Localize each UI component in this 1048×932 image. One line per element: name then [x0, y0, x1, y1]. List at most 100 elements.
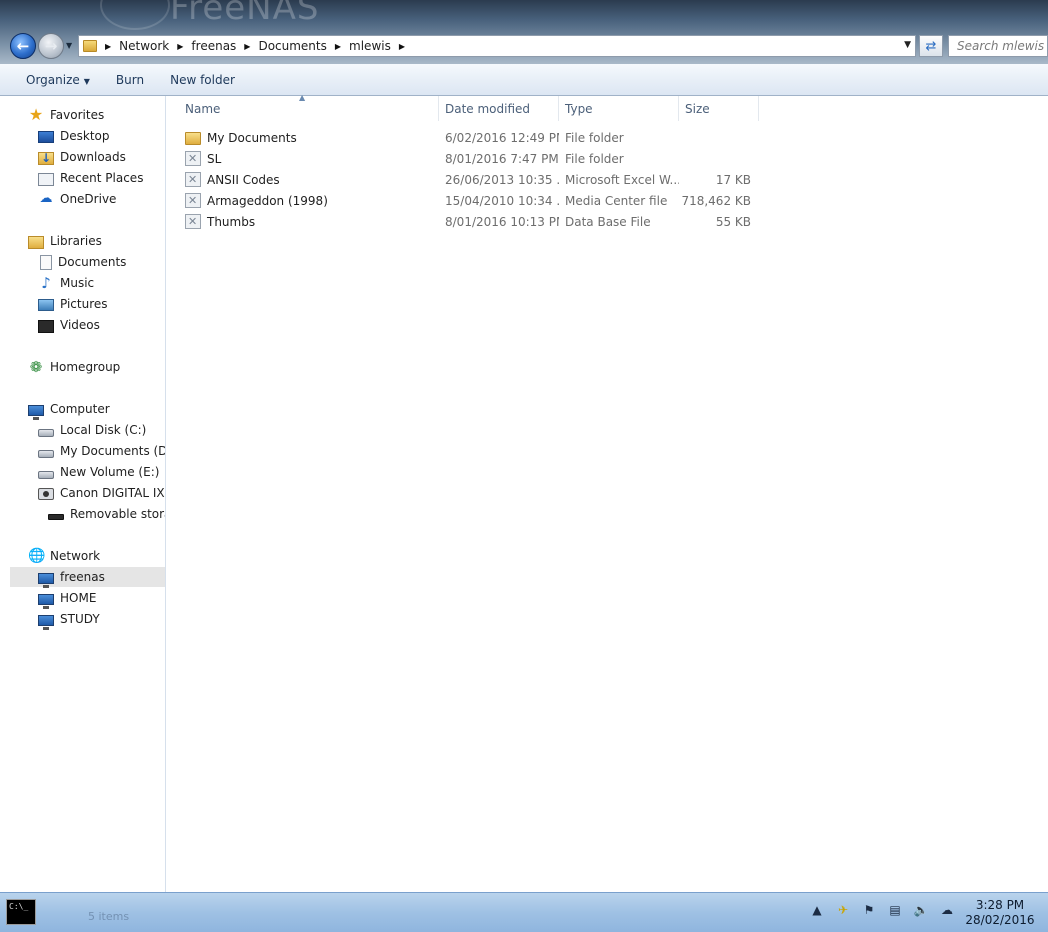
status-item-count: 5 items	[88, 910, 130, 923]
new-folder-button[interactable]: New folder	[170, 73, 235, 87]
chevron-right-icon[interactable]: ▶	[399, 42, 405, 51]
column-header-type[interactable]: Type	[559, 96, 679, 121]
title-bar: FreeNAS ← → ▼ ▶ Network ▶ freenas ▶ Docu…	[0, 0, 1048, 64]
organize-button[interactable]: Organize ▼	[26, 73, 90, 87]
refresh-button[interactable]: ⇄	[919, 35, 943, 57]
file-date: 8/01/2016 10:13 PM	[445, 214, 559, 229]
libraries-icon	[28, 235, 44, 249]
nav-my-documents-label: My Documents (D:)	[60, 444, 166, 458]
forward-button[interactable]: →	[38, 33, 64, 59]
chevron-up-icon[interactable]: ▲	[808, 901, 826, 919]
search-input[interactable]	[957, 39, 1047, 53]
nav-local-disk[interactable]: Local Disk (C:)	[38, 420, 146, 440]
breadcrumb-network[interactable]: Network	[119, 39, 169, 53]
nav-videos[interactable]: Videos	[38, 315, 100, 335]
nav-study-label: STUDY	[60, 612, 100, 626]
file-date: 26/06/2013 10:35 ...	[445, 172, 559, 187]
cloud-icon[interactable]: ☁	[938, 901, 956, 919]
recent-pages-dropdown[interactable]: ▼	[66, 41, 72, 50]
nav-desktop-label: Desktop	[60, 129, 110, 143]
airplane-icon[interactable]: ✈	[834, 901, 852, 919]
organize-label: Organize	[26, 72, 80, 87]
file-type: Microsoft Excel W...	[565, 172, 679, 187]
file-row[interactable]: My Documents 6/02/2016 12:49 PM File fol…	[179, 127, 759, 148]
computer-icon	[38, 572, 54, 588]
clock[interactable]: 3:28 PM 28/02/2016	[960, 898, 1040, 928]
address-bar[interactable]: ▶ Network ▶ freenas ▶ Documents ▶ mlewis…	[78, 35, 916, 57]
nav-recent-places[interactable]: Recent Places	[38, 168, 143, 188]
chevron-right-icon[interactable]: ▶	[244, 42, 250, 51]
nav-freenas-label: freenas	[60, 570, 105, 584]
file-row[interactable]: Armageddon (1998) 15/04/2010 10:34 ... M…	[179, 190, 759, 211]
chevron-right-icon[interactable]: ▶	[177, 42, 183, 51]
breadcrumb-mlewis[interactable]: mlewis	[349, 39, 391, 53]
computer-icon	[28, 404, 44, 420]
back-button[interactable]: ←	[10, 33, 36, 59]
column-date-label: Date modified	[445, 101, 531, 116]
column-header-size[interactable]: Size	[679, 96, 759, 121]
file-size: 718,462 KB	[681, 193, 751, 208]
nav-new-volume-label: New Volume (E:)	[60, 465, 160, 479]
nav-study[interactable]: STUDY	[38, 609, 100, 630]
column-size-label: Size	[685, 101, 710, 116]
system-tray: ▲ ✈ ⚑ ▤ 🔈 ☁	[808, 901, 964, 919]
recent-places-icon	[38, 172, 54, 186]
nav-removable-storage[interactable]: Removable storag	[48, 504, 165, 524]
file-row[interactable]: SL 8/01/2016 7:47 PM File folder	[179, 148, 759, 169]
file-row[interactable]: ANSII Codes 26/06/2013 10:35 ... Microso…	[179, 169, 759, 190]
nav-libraries[interactable]: Libraries	[28, 231, 102, 251]
file-date: 15/04/2010 10:34 ...	[445, 193, 559, 208]
arrow-right-icon: →	[44, 36, 58, 55]
nav-computer[interactable]: Computer	[28, 399, 110, 420]
nav-pictures-label: Pictures	[60, 297, 108, 311]
nav-computer-label: Computer	[50, 402, 110, 416]
computer-icon	[38, 614, 54, 630]
nav-music[interactable]: ♪ Music	[38, 273, 94, 293]
nav-onedrive[interactable]: ☁ OneDrive	[38, 189, 117, 209]
navigation-pane[interactable]: ★ Favorites Desktop Downloads Recent Plac…	[0, 96, 166, 892]
file-size	[679, 148, 759, 169]
nav-pictures[interactable]: Pictures	[38, 294, 108, 314]
offline-icon	[185, 151, 201, 166]
chevron-right-icon[interactable]: ▶	[105, 42, 111, 51]
file-row[interactable]: Thumbs 8/01/2016 10:13 PM Data Base File…	[179, 211, 759, 232]
search-box[interactable]	[948, 35, 1048, 57]
videos-icon	[38, 319, 54, 333]
offline-icon	[185, 193, 201, 208]
arrow-left-icon: ←	[16, 36, 30, 55]
nav-network[interactable]: 🌐 Network	[28, 546, 100, 566]
burn-button[interactable]: Burn	[116, 73, 144, 87]
column-header-name[interactable]: Name ▲	[179, 93, 439, 121]
downloads-icon	[38, 151, 54, 165]
nav-my-documents-drive[interactable]: My Documents (D:)	[38, 441, 166, 461]
file-list-pane[interactable]: Name ▲ Date modified Type Size My Documen…	[167, 93, 1048, 892]
nav-favorites[interactable]: ★ Favorites	[28, 105, 104, 125]
nav-freenas[interactable]: freenas	[10, 567, 165, 588]
nav-homegroup[interactable]: ❁ Homegroup	[28, 357, 121, 377]
offline-icon	[185, 214, 201, 229]
file-name: Armageddon (1998)	[207, 193, 328, 208]
breadcrumb-freenas[interactable]: freenas	[191, 39, 236, 53]
column-headers: Name ▲ Date modified Type Size	[179, 93, 759, 121]
breadcrumb-documents[interactable]: Documents	[258, 39, 326, 53]
wallpaper-text: FreeNAS	[170, 0, 320, 28]
nav-home[interactable]: HOME	[38, 588, 96, 609]
file-name: ANSII Codes	[207, 172, 280, 187]
drive-icon	[38, 449, 54, 458]
command-prompt-icon[interactable]: C:\_	[6, 899, 36, 925]
nav-documents[interactable]: Documents	[38, 252, 126, 272]
nav-desktop[interactable]: Desktop	[38, 126, 110, 146]
column-header-date-modified[interactable]: Date modified	[439, 96, 559, 121]
removable-storage-icon	[48, 514, 64, 520]
nav-downloads[interactable]: Downloads	[38, 147, 126, 167]
volume-icon[interactable]: 🔈	[912, 901, 930, 919]
address-history-dropdown[interactable]: ▼	[904, 40, 911, 50]
nav-new-volume[interactable]: New Volume (E:)	[38, 462, 159, 482]
network-tray-icon[interactable]: ▤	[886, 901, 904, 919]
nav-canon-label: Canon DIGITAL IXUS	[60, 486, 165, 500]
flag-icon[interactable]: ⚑	[860, 901, 878, 919]
nav-videos-label: Videos	[60, 318, 100, 332]
chevron-right-icon[interactable]: ▶	[335, 42, 341, 51]
nav-canon-camera[interactable]: Canon DIGITAL IXUS	[38, 483, 165, 503]
network-icon: 🌐	[28, 548, 46, 564]
